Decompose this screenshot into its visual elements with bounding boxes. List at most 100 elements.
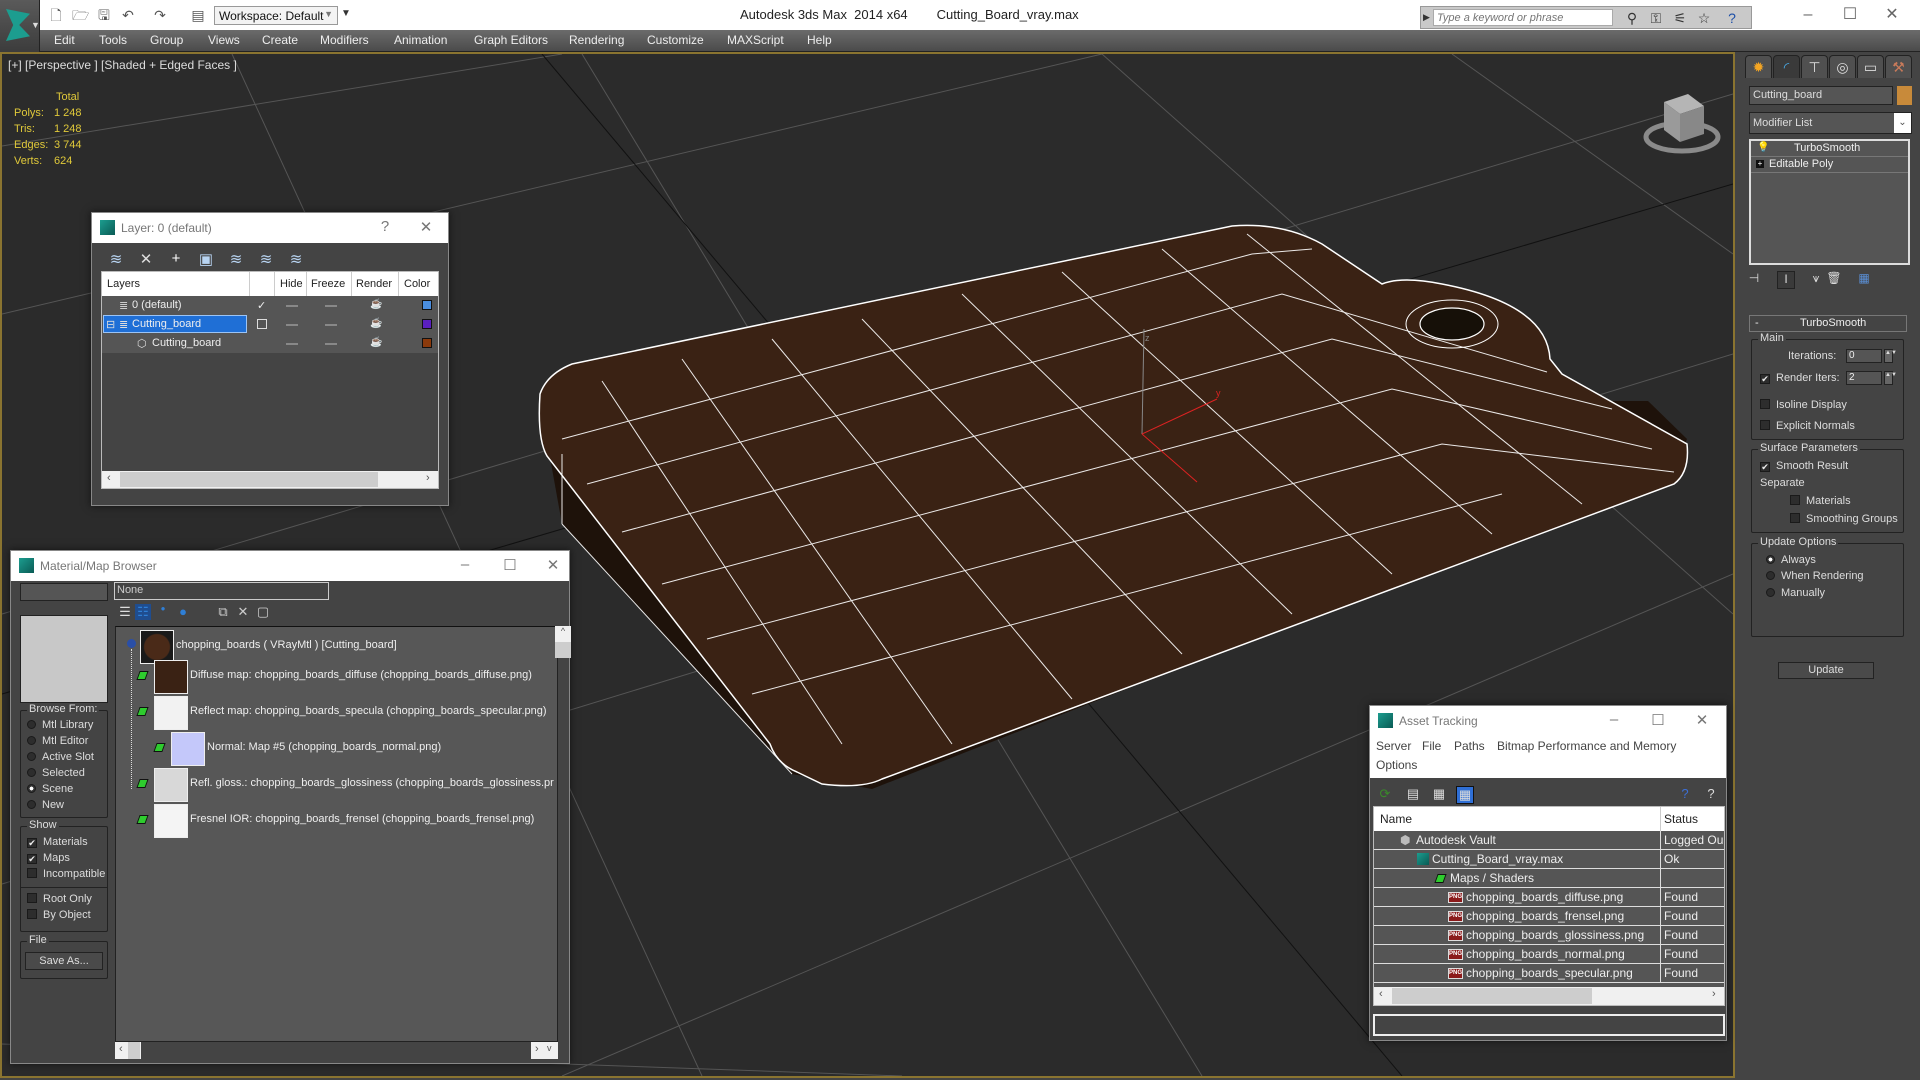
- render-teapot-icon[interactable]: ☕: [370, 299, 382, 310]
- iterations-spinner[interactable]: 0: [1846, 349, 1882, 363]
- radio-mtl-editor[interactable]: Mtl Editor: [27, 735, 88, 747]
- menu-create[interactable]: Create: [262, 33, 298, 47]
- vertical-scrollbar[interactable]: ^: [555, 626, 571, 1042]
- hide-toggle[interactable]: [286, 305, 298, 307]
- spinner-arrows-icon[interactable]: ▲▼: [1884, 349, 1897, 363]
- column-status[interactable]: Status: [1664, 812, 1698, 826]
- material-browser-titlebar[interactable]: Material/Map Browser – ☐ ✕: [11, 551, 569, 581]
- motion-tab-icon[interactable]: ◎: [1829, 55, 1856, 78]
- isoline-display-checkbox[interactable]: Isoline Display: [1760, 399, 1847, 411]
- toolbar-options-icon[interactable]: ▼: [341, 8, 351, 19]
- hide-freeze-all-icon[interactable]: ≋: [286, 250, 306, 268]
- save-as-button[interactable]: Save As...: [25, 952, 103, 970]
- asset-tracking-titlebar[interactable]: Asset Tracking – ☐ ✕: [1370, 706, 1726, 736]
- refresh-icon[interactable]: ⟳: [1376, 786, 1394, 804]
- asset-row[interactable]: Maps / Shaders: [1374, 869, 1724, 888]
- object-color-swatch[interactable]: [1897, 86, 1912, 105]
- scroll-right-button[interactable]: › v: [531, 1042, 558, 1059]
- render-iters-checkbox[interactable]: ✔ Render Iters:: [1760, 372, 1840, 384]
- radio-manually[interactable]: Manually: [1766, 587, 1825, 599]
- scroll-thumb[interactable]: [120, 472, 378, 487]
- radio-mtl-library[interactable]: Mtl Library: [27, 719, 93, 731]
- close-button[interactable]: ✕: [541, 556, 565, 574]
- render-teapot-icon[interactable]: ☕: [370, 318, 382, 329]
- menu-bitmap-performance[interactable]: Bitmap Performance and Memory: [1497, 739, 1676, 753]
- set-current-layer-icon[interactable]: ≋: [256, 250, 276, 268]
- list-view-icon[interactable]: ☰: [117, 604, 133, 620]
- layer-dialog-titlebar[interactable]: Layer: 0 (default) ? ✕: [92, 213, 448, 243]
- asset-row[interactable]: PNG chopping_boards_normal.png Found: [1374, 945, 1724, 964]
- layer-row[interactable]: ⊟ ≣ Cutting_board ☕: [102, 315, 438, 334]
- new-file-icon[interactable]: 🗋: [48, 7, 64, 23]
- satellite-icon[interactable]: ⚟: [1671, 10, 1689, 26]
- menu-paths[interactable]: Paths: [1454, 739, 1485, 753]
- search-input[interactable]: [1433, 9, 1613, 26]
- explicit-normals-checkbox[interactable]: Explicit Normals: [1760, 420, 1855, 432]
- checkbox-root-only[interactable]: Root Only: [27, 893, 92, 905]
- horizontal-scrollbar[interactable]: ‹ ›: [102, 471, 438, 488]
- close-button[interactable]: ✕: [1872, 3, 1912, 27]
- checkbox-incompatible[interactable]: Incompatible: [27, 868, 105, 880]
- scroll-thumb[interactable]: [555, 642, 571, 658]
- add-to-layer-icon[interactable]: +: [166, 250, 186, 268]
- list-icon[interactable]: ▤: [1404, 786, 1422, 804]
- turbosmooth-rollout-header[interactable]: - TurboSmooth: [1749, 315, 1907, 332]
- column-layers[interactable]: Layers: [107, 278, 140, 290]
- utilities-tab-icon[interactable]: ⚒: [1885, 55, 1912, 78]
- copy-icon[interactable]: ▢: [255, 604, 271, 620]
- menu-tools[interactable]: Tools: [99, 33, 127, 47]
- pin-stack-icon[interactable]: ⊣: [1745, 271, 1763, 289]
- modify-tab-icon[interactable]: ◜: [1773, 55, 1800, 78]
- delete-layer-icon[interactable]: ✕: [136, 250, 156, 268]
- tree-icon[interactable]: ▦: [1430, 786, 1448, 804]
- modifier-list-dropdown[interactable]: Modifier List ⌄: [1749, 112, 1912, 134]
- layer-color-swatch[interactable]: [422, 319, 432, 329]
- help-icon[interactable]: ?: [1676, 786, 1694, 804]
- radio-active-slot[interactable]: Active Slot: [27, 751, 94, 763]
- map-item[interactable]: Reflect map: chopping_boards_specula (ch…: [190, 705, 547, 717]
- close-button[interactable]: ✕: [414, 218, 438, 236]
- app-menu-button[interactable]: ▼: [0, 0, 40, 52]
- menu-options[interactable]: Options: [1376, 758, 1417, 772]
- menu-server[interactable]: Server: [1376, 739, 1411, 753]
- project-folder-icon[interactable]: ▤: [190, 7, 206, 23]
- minimize-button[interactable]: –: [1788, 3, 1828, 27]
- asset-path-field[interactable]: [1373, 1014, 1725, 1036]
- minimize-button[interactable]: –: [1602, 711, 1626, 728]
- maximize-button[interactable]: ☐: [498, 556, 522, 574]
- select-layer-icon[interactable]: ≋: [226, 250, 246, 268]
- help-button[interactable]: ?: [373, 218, 397, 235]
- undo-icon[interactable]: ↶: [120, 7, 136, 23]
- menu-modifiers[interactable]: Modifiers: [320, 33, 369, 47]
- active-layer-checkbox[interactable]: [257, 319, 267, 329]
- menu-group[interactable]: Group: [150, 33, 183, 47]
- maximize-button[interactable]: ☐: [1646, 711, 1670, 729]
- asset-row[interactable]: PNG chopping_boards_diffuse.png Found: [1374, 888, 1724, 907]
- menu-edit[interactable]: Edit: [54, 33, 75, 47]
- large-icon-view-icon[interactable]: ●: [175, 604, 191, 620]
- scroll-right-icon[interactable]: ›: [426, 472, 430, 484]
- maximize-button[interactable]: ☐: [1830, 3, 1870, 27]
- view-in-editor-icon[interactable]: ⧉: [215, 604, 231, 620]
- checkbox-maps[interactable]: ✔ Maps: [27, 852, 70, 864]
- scroll-right-icon[interactable]: ›: [1712, 988, 1716, 1000]
- column-hide[interactable]: Hide: [280, 278, 303, 290]
- freeze-toggle[interactable]: [325, 305, 337, 307]
- material-root[interactable]: chopping_boards ( VRayMtl ) [Cutting_boa…: [176, 639, 397, 651]
- open-file-icon[interactable]: 🗁: [72, 7, 89, 23]
- smooth-result-checkbox[interactable]: ✔ Smooth Result: [1760, 460, 1848, 472]
- save-file-icon[interactable]: 🖫: [96, 7, 112, 23]
- column-name[interactable]: Name: [1380, 812, 1412, 826]
- render-iters-spinner[interactable]: 2: [1846, 371, 1882, 385]
- radio-scene[interactable]: Scene: [27, 783, 73, 795]
- asset-row[interactable]: PNG chopping_boards_glossiness.png Found: [1374, 926, 1724, 945]
- lightbulb-icon[interactable]: 💡: [1757, 142, 1769, 153]
- radio-when-rendering[interactable]: When Rendering: [1766, 570, 1864, 582]
- scroll-left-button[interactable]: ‹: [115, 1042, 141, 1059]
- layer-row[interactable]: ⬡ Cutting_board ☕: [102, 334, 438, 353]
- checkbox-by-object[interactable]: By Object: [27, 909, 91, 921]
- create-tab-icon[interactable]: ✹: [1745, 55, 1772, 78]
- checkbox-materials[interactable]: ✔ Materials: [27, 836, 88, 848]
- delete-icon[interactable]: ✕: [235, 604, 251, 620]
- radio-new[interactable]: New: [27, 799, 64, 811]
